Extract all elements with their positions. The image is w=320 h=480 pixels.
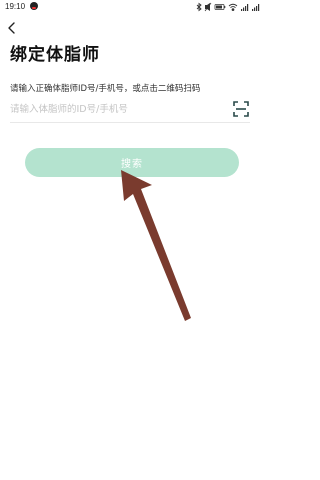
search-input[interactable] xyxy=(10,102,220,116)
annotation-arrow xyxy=(121,170,191,321)
mute-icon xyxy=(204,2,212,12)
bluetooth-icon xyxy=(196,2,202,12)
search-button[interactable]: 搜索 xyxy=(25,148,239,177)
notification-app-icon xyxy=(30,2,38,10)
search-input-row xyxy=(10,96,250,123)
signal-icon xyxy=(252,4,260,11)
back-arrow-icon xyxy=(8,22,15,34)
scan-button[interactable] xyxy=(232,100,250,118)
instruction-text: 请输入正确体脂师ID号/手机号，或点击二维码扫码 xyxy=(10,84,201,94)
page-title: 绑定体脂师 xyxy=(10,45,100,65)
back-button[interactable] xyxy=(4,20,20,36)
status-bar: 19:10 xyxy=(0,0,270,14)
status-icons xyxy=(195,2,265,12)
signal-icon xyxy=(241,4,249,11)
wifi-icon xyxy=(228,3,238,11)
battery-icon xyxy=(214,4,226,10)
status-time: 19:10 xyxy=(5,2,26,11)
qr-scan-icon xyxy=(233,101,249,117)
